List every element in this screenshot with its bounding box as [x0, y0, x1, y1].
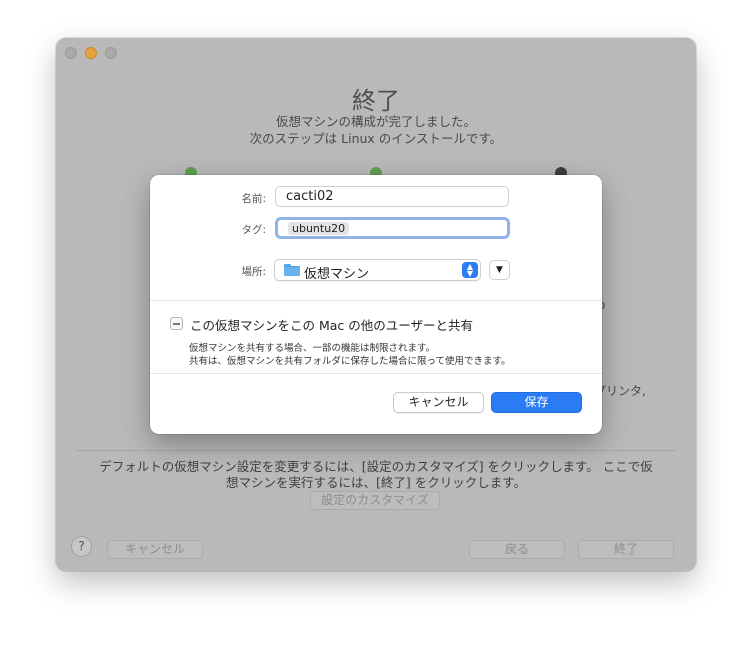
footer-instructions-line-2: 想マシンを実行するには、[終了] をクリックします。 — [226, 475, 526, 490]
save-button[interactable]: 保存 — [491, 392, 582, 413]
name-input[interactable] — [275, 186, 509, 207]
share-checkbox-label[interactable]: この仮想マシンをこの Mac の他のユーザーと共有 — [190, 315, 473, 334]
tag-chip[interactable]: ubuntu20 — [288, 222, 350, 235]
customize-settings-button[interactable]: 設定のカスタマイズ — [310, 491, 440, 510]
section-divider — [150, 300, 602, 301]
expand-chevron-down-icon[interactable]: ▼ — [489, 260, 510, 280]
close-window-button[interactable] — [65, 47, 77, 59]
location-popup[interactable]: 仮想マシン ▲ ▼ — [274, 259, 481, 282]
share-description-line-1: 仮想マシンを共有する場合、一部の機能は制限されます。 — [189, 343, 436, 354]
tags-label: タグ: — [241, 224, 266, 236]
location-value: 仮想マシン — [304, 267, 370, 282]
share-description-line-2: 共有は、仮想マシンを共有フォルダに保存した場合に限って使用できます。 — [189, 356, 511, 367]
minimize-window-button[interactable] — [85, 47, 97, 59]
footer-divider — [76, 450, 676, 451]
location-label: 場所: — [241, 266, 266, 278]
help-button[interactable]: ? — [71, 536, 92, 557]
section-divider — [150, 373, 602, 374]
zoom-window-button[interactable] — [105, 47, 117, 59]
share-checkbox[interactable] — [170, 317, 183, 330]
window-controls — [65, 47, 117, 59]
up-down-chevron-icon: ▲ ▼ — [462, 262, 478, 278]
back-button[interactable]: 戻る — [469, 540, 565, 559]
subtitle-line-2: 次のステップは Linux のインストールです。 — [249, 131, 503, 146]
save-sheet-dialog: 名前: タグ: ubuntu20 場所: 仮想マシン ▲▼ ▼ この仮想マシンを… — [150, 175, 602, 434]
window-cancel-button[interactable]: キャンセル — [107, 540, 203, 559]
tags-field[interactable]: ubuntu20 — [275, 217, 510, 239]
sheet-cancel-button[interactable]: キャンセル — [393, 392, 484, 413]
folder-icon — [284, 264, 300, 276]
finish-button[interactable]: 終了 — [578, 540, 674, 559]
name-label: 名前: — [241, 193, 266, 205]
